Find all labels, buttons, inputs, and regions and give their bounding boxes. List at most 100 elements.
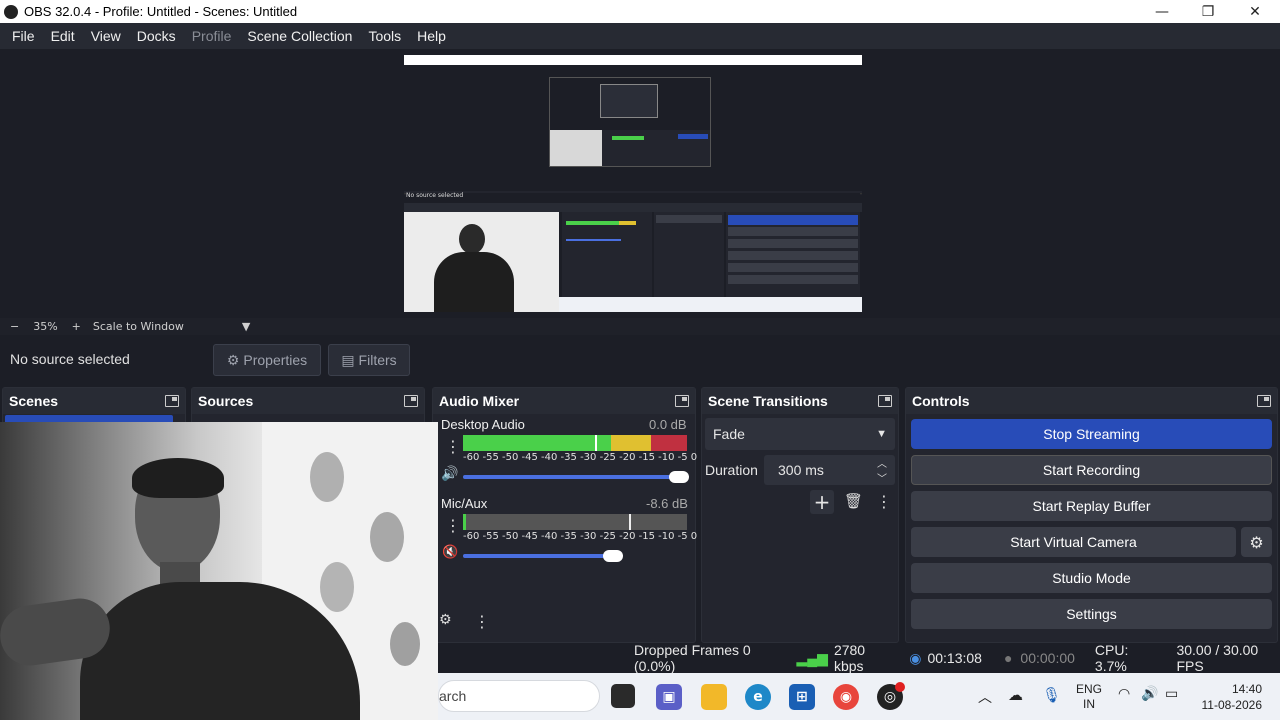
menu-edit[interactable]: Edit [43, 28, 83, 44]
settings-button[interactable]: Settings [911, 599, 1272, 629]
channel-name-desktop: Desktop Audio [441, 417, 525, 432]
menu-scene-collection[interactable]: Scene Collection [239, 28, 360, 44]
fps: 30.00 / 30.00 FPS [1176, 642, 1259, 674]
virtual-camera-gear-icon[interactable]: ⚙ [1241, 527, 1272, 557]
menu-tools[interactable]: Tools [360, 28, 409, 44]
edge-icon[interactable]: e [745, 684, 771, 710]
menu-profile: Profile [191, 28, 232, 44]
chrome-icon[interactable]: ◉ [833, 684, 859, 710]
record-icon: ● [1003, 650, 1013, 666]
teams-icon[interactable]: ▣ [656, 684, 682, 710]
maximize-icon[interactable]: ❐ [1185, 0, 1231, 23]
meter-ticks: -60 -55 -50 -45 -40 -35 -30 -25 -20 -15 … [463, 452, 698, 463]
gear-icon: ⚙ [226, 351, 240, 368]
duration-label: Duration [705, 462, 758, 478]
speaker-icon[interactable]: 🔊 [441, 466, 458, 482]
sources-header: Sources [192, 388, 424, 414]
stream-time: 00:13:08 [927, 650, 982, 666]
battery-icon[interactable]: ▭ [1165, 686, 1178, 702]
status-bar: Dropped Frames 0 (0.0%) ▂▄▆ 2780 kbps ◉ … [438, 642, 1280, 674]
window-title-bar: OBS 32.0.4 - Profile: Untitled - Scenes:… [0, 0, 1280, 23]
file-explorer-icon[interactable] [701, 684, 727, 710]
desktop-volume-handle[interactable] [669, 471, 689, 483]
wifi-icon[interactable]: ◠ [1118, 686, 1130, 702]
filters-button[interactable]: ▤ Filters [328, 344, 410, 376]
cloud-off-icon[interactable]: ☁ [1008, 686, 1023, 704]
dropped-frames: Dropped Frames 0 (0.0%) [634, 642, 751, 674]
kebab-menu-icon[interactable]: ⋮ [445, 437, 461, 456]
stop-streaming-button[interactable]: Stop Streaming [911, 419, 1272, 449]
chevron-up-icon[interactable]: ︿ [978, 687, 992, 707]
kebab-menu-icon[interactable]: ⋮ [876, 492, 892, 511]
undock-icon[interactable] [165, 395, 179, 407]
chevron-down-icon[interactable]: ﹀ [877, 470, 887, 485]
record-time: 00:00:00 [1020, 650, 1075, 666]
channel-name-mic: Mic/Aux [441, 496, 488, 511]
clock[interactable]: 14:40 11-08-2026 [1196, 681, 1263, 713]
start-replay-buffer-button[interactable]: Start Replay Buffer [911, 491, 1272, 521]
store-icon[interactable]: ⊞ [789, 684, 815, 710]
audio-mixer-header: Audio Mixer [433, 388, 695, 414]
scene-transitions-header: Scene Transitions [702, 388, 898, 414]
desktop-volume-slider[interactable] [463, 475, 687, 479]
undock-icon[interactable] [675, 395, 689, 407]
properties-button[interactable]: ⚙ Properties [213, 344, 321, 376]
zoom-in-button[interactable]: + [72, 320, 81, 333]
desktop-audio-meter [463, 435, 687, 451]
microphone-icon[interactable]: 🎙 [1042, 686, 1061, 704]
obs-logo-icon [4, 4, 18, 19]
cpu-usage: CPU: 3.7% [1094, 642, 1129, 674]
undock-icon[interactable] [1257, 395, 1271, 407]
nested-title-bar [404, 55, 862, 65]
bitrate: 2780 kbps [833, 642, 866, 674]
notification-badge [895, 682, 905, 692]
zoom-bar: − 35% + Scale to Window ▼ [0, 318, 1280, 335]
controls-header: Controls [906, 388, 1277, 414]
menu-file[interactable]: File [4, 28, 43, 44]
language-indicator[interactable]: ENG IN [1075, 682, 1103, 712]
filter-icon: ▤ [341, 351, 355, 368]
window-title: OBS 32.0.4 - Profile: Untitled - Scenes:… [24, 4, 298, 19]
mic-volume-slider[interactable] [463, 554, 615, 558]
scenes-header: Scenes [3, 388, 185, 414]
duration-input[interactable]: 300 ms [764, 455, 895, 485]
undock-icon[interactable] [878, 395, 892, 407]
stream-icon: ◉ [909, 649, 922, 666]
trash-icon[interactable]: 🗑 [844, 492, 863, 510]
chevron-down-icon[interactable]: ▼ [242, 320, 250, 333]
kebab-menu-icon[interactable]: ⋮ [445, 516, 461, 535]
mic-audio-meter [463, 514, 687, 530]
channel-db-mic: -8.6 dB [646, 496, 688, 511]
menu-help[interactable]: Help [409, 28, 454, 44]
mic-volume-handle[interactable] [603, 550, 623, 562]
scale-mode-select[interactable]: Scale to Window [93, 320, 184, 333]
menu-view[interactable]: View [83, 28, 129, 44]
start-recording-button[interactable]: Start Recording [911, 455, 1272, 485]
no-source-label: No source selected [10, 351, 130, 367]
program-preview[interactable]: No source selected [404, 55, 862, 312]
nested-camera-feed [404, 212, 559, 312]
meter-ticks: -60 -55 -50 -45 -40 -35 -30 -25 -20 -15 … [463, 531, 698, 542]
zoom-out-button[interactable]: − [10, 320, 19, 333]
close-icon[interactable]: ✕ [1232, 0, 1278, 23]
studio-mode-button[interactable]: Studio Mode [911, 563, 1272, 593]
advanced-audio-gear-icon[interactable]: ⚙ [439, 612, 452, 628]
volume-icon[interactable]: 🔊 [1141, 686, 1158, 702]
menu-docks[interactable]: Docks [129, 28, 184, 44]
zoom-level: 35% [33, 320, 58, 333]
nested-preview [549, 77, 711, 167]
undock-icon[interactable] [404, 395, 418, 407]
camera-overlay [0, 422, 438, 720]
muted-speaker-icon[interactable]: 🔇 [442, 545, 458, 560]
kebab-menu-icon[interactable]: ⋮ [474, 612, 490, 631]
signal-bars-icon: ▂▄▆ [796, 649, 828, 666]
start-virtual-camera-button[interactable]: Start Virtual Camera [911, 527, 1236, 557]
chevron-down-icon: ▼ [876, 428, 887, 440]
taskbar-search[interactable]: arch [438, 680, 600, 712]
add-transition-icon[interactable]: + [810, 490, 834, 514]
task-view-icon[interactable] [611, 684, 635, 708]
minimize-icon[interactable]: — [1139, 0, 1185, 23]
menu-bar: File Edit View Docks Profile Scene Colle… [0, 23, 1280, 49]
chevron-up-icon[interactable]: ︿ [877, 455, 887, 470]
transition-select[interactable]: Fade ▼ [705, 418, 895, 450]
